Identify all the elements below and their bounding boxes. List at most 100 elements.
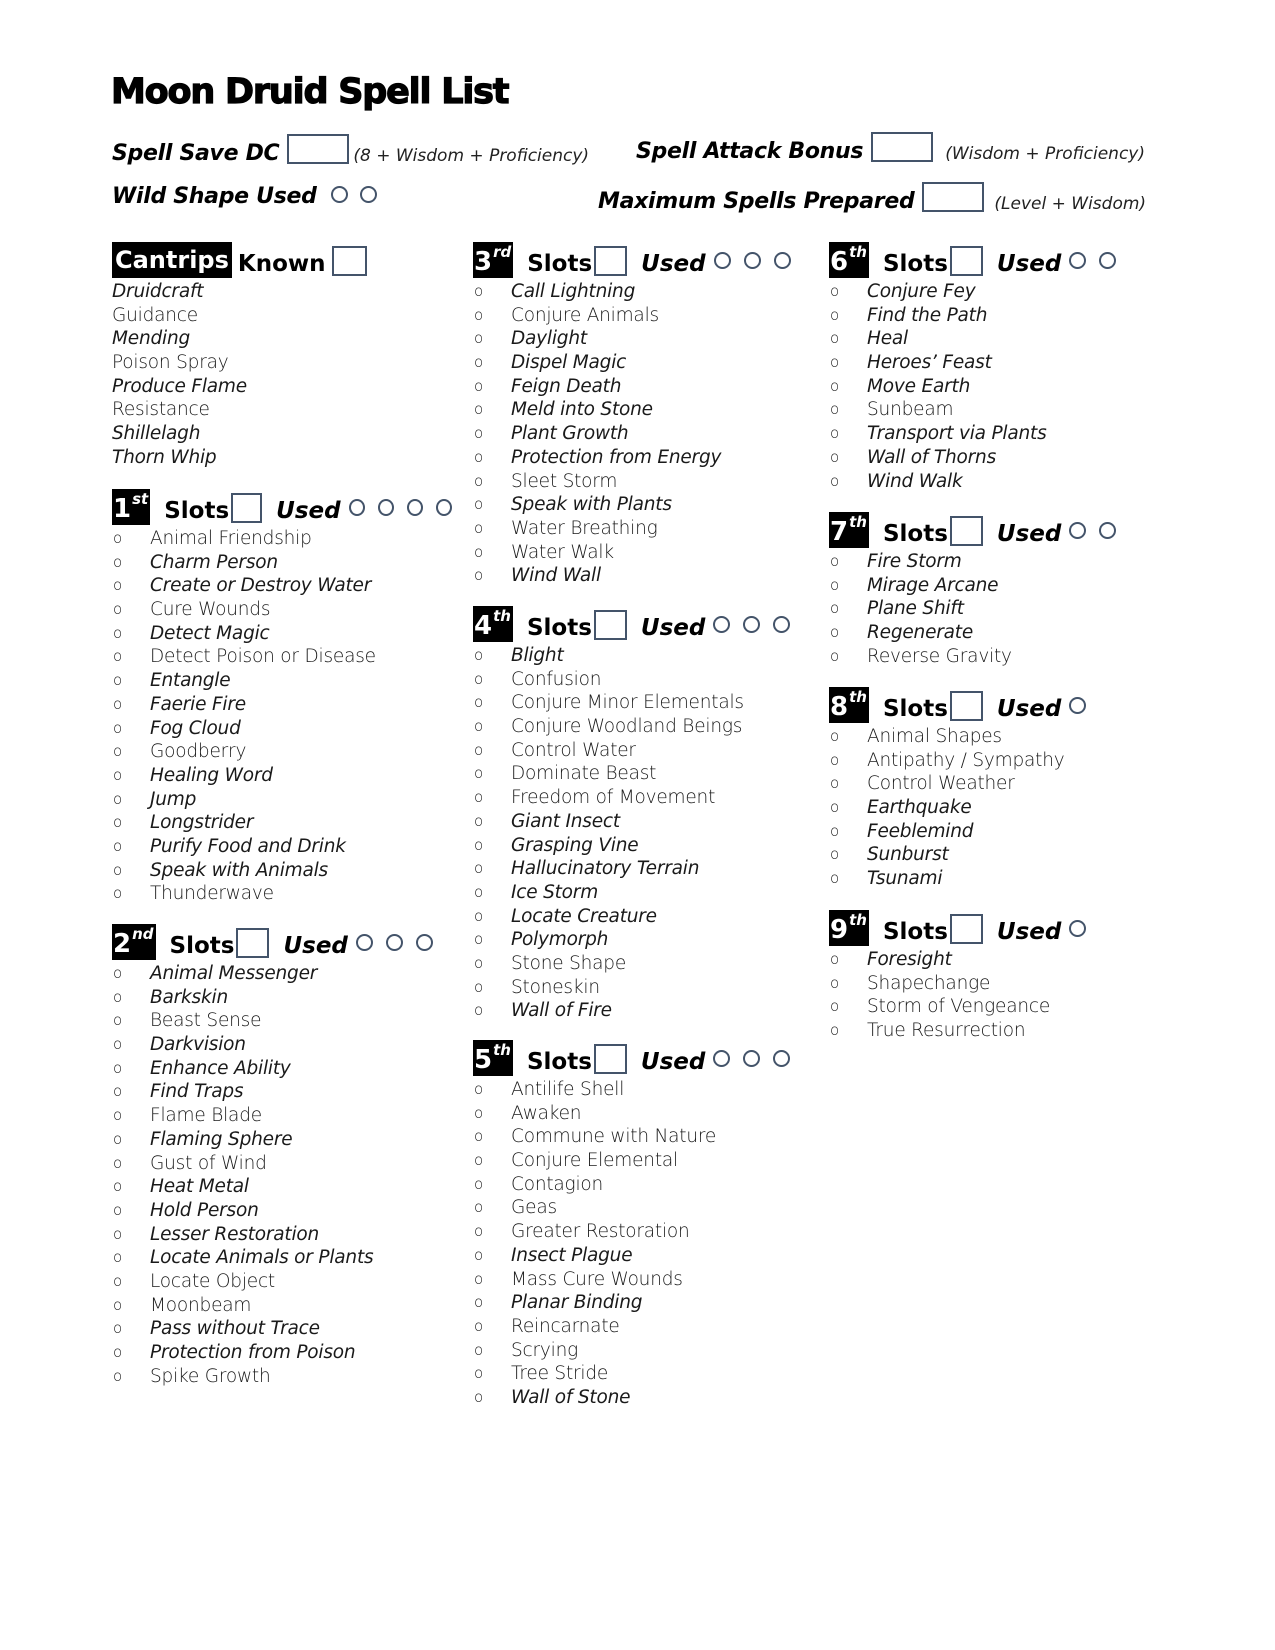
spell-item[interactable]: o Flame Blade [112,1104,452,1128]
spell-item[interactable]: o Conjure Fey [829,280,1169,304]
spell-item[interactable]: o Detect Magic [112,622,452,646]
slots-input[interactable] [236,928,270,958]
spell-item[interactable]: o Detect Poison or Disease [112,645,452,669]
spell-item[interactable]: o Foresight [829,948,1169,972]
spell-item[interactable]: o Spike Growth [112,1365,452,1389]
spell-item[interactable]: o Find Traps [112,1080,452,1104]
spell-item[interactable]: o Storm of Vengeance [829,995,1169,1019]
spell-item[interactable]: o Faerie Fire [112,693,452,717]
spell-item[interactable]: o Fire Storm [829,550,1169,574]
spell-item[interactable]: o True Resurrection [829,1019,1169,1043]
spell-item[interactable]: o Wind Wall [473,564,813,588]
slots-input[interactable] [949,914,983,944]
slot-used-circle[interactable] [1069,697,1087,714]
slots-input[interactable] [593,1044,627,1074]
cantrips-known-input[interactable] [331,246,367,276]
spell-item[interactable]: o Water Walk [473,541,813,565]
spell-item[interactable]: o Heroes’ Feast [829,351,1169,375]
spell-item[interactable]: o Reincarnate [473,1315,813,1339]
slot-used-circle[interactable] [415,934,433,951]
spell-item[interactable]: o Confusion [473,668,813,692]
spell-item[interactable]: o Conjure Minor Elementals [473,691,813,715]
slot-used-circle[interactable] [435,499,453,516]
max-spells-prepared-input[interactable] [922,182,985,212]
spell-item[interactable]: o Fog Cloud [112,717,452,741]
spell-item[interactable]: o Plant Growth [473,422,813,446]
wild-shape-use-circle[interactable] [359,186,377,203]
spell-item[interactable]: o Locate Object [112,1270,452,1294]
slots-input[interactable] [231,493,263,523]
cantrip-item[interactable]: Shillelagh [112,422,452,446]
wild-shape-use-circle[interactable] [330,186,348,203]
spell-item[interactable]: o Charm Person [112,551,452,575]
spell-item[interactable]: o Greater Restoration [473,1220,813,1244]
spell-item[interactable]: o Heal [829,327,1169,351]
cantrip-item[interactable]: Produce Flame [112,375,452,399]
spell-item[interactable]: o Contagion [473,1173,813,1197]
spell-item[interactable]: o Commune with Nature [473,1125,813,1149]
spell-item[interactable]: o Purify Food and Drink [112,835,452,859]
spell-item[interactable]: o Geas [473,1196,813,1220]
spell-item[interactable]: o Flaming Sphere [112,1128,452,1152]
spell-attack-bonus-input[interactable] [871,132,934,162]
spell-item[interactable]: o Planar Binding [473,1291,813,1315]
slots-input[interactable] [593,610,627,640]
spell-item[interactable]: o Sunburst [829,843,1169,867]
spell-item[interactable]: o Moonbeam [112,1294,452,1318]
slot-used-circle[interactable] [348,499,365,516]
cantrip-item[interactable]: Resistance [112,398,452,422]
slot-used-circle[interactable] [773,616,791,633]
spell-item[interactable]: o Create or Destroy Water [112,574,452,598]
spell-item[interactable]: o Sleet Storm [473,470,813,494]
slot-used-circle[interactable] [713,616,731,633]
spell-item[interactable]: o Enhance Ability [112,1057,452,1081]
spell-item[interactable]: o Move Earth [829,375,1169,399]
slots-input[interactable] [949,516,983,546]
slot-used-circle[interactable] [406,499,423,516]
cantrip-item[interactable]: Poison Spray [112,351,452,375]
spell-item[interactable]: o Gust of Wind [112,1152,452,1176]
spell-item[interactable]: o Freedom of Movement [473,786,813,810]
slot-used-circle[interactable] [1099,522,1117,539]
spell-item[interactable]: o Heat Metal [112,1175,452,1199]
spell-item[interactable]: o Feign Death [473,375,813,399]
spell-item[interactable]: o Animal Messenger [112,962,452,986]
spell-item[interactable]: o Water Breathing [473,517,813,541]
spell-save-dc-input[interactable] [287,134,350,164]
spell-item[interactable]: o Healing Word [112,764,452,788]
slot-used-circle[interactable] [385,934,403,951]
spell-item[interactable]: o Locate Animals or Plants [112,1246,452,1270]
spell-item[interactable]: o Mirage Arcane [829,574,1169,598]
spell-item[interactable]: o Pass without Trace [112,1317,452,1341]
spell-item[interactable]: o Call Lightning [473,280,813,304]
spell-item[interactable]: o Cure Wounds [112,598,452,622]
slot-used-circle[interactable] [743,1050,761,1067]
slot-used-circle[interactable] [355,934,373,951]
slot-used-circle[interactable] [743,252,761,269]
slot-used-circle[interactable] [1069,252,1087,269]
spell-item[interactable]: o Animal Friendship [112,527,452,551]
spell-item[interactable]: o Lesser Restoration [112,1223,452,1247]
spell-item[interactable]: o Darkvision [112,1033,452,1057]
spell-item[interactable]: o Shapechange [829,972,1169,996]
spell-item[interactable]: o Conjure Woodland Beings [473,715,813,739]
spell-item[interactable]: o Antilife Shell [473,1078,813,1102]
slot-used-circle[interactable] [377,499,394,516]
spell-item[interactable]: o Reverse Gravity [829,645,1169,669]
spell-item[interactable]: o Awaken [473,1102,813,1126]
slot-used-circle[interactable] [713,1050,731,1067]
spell-item[interactable]: o Longstrider [112,811,452,835]
slot-used-circle[interactable] [713,252,731,269]
spell-item[interactable]: o Thunderwave [112,882,452,906]
spell-item[interactable]: o Protection from Poison [112,1341,452,1365]
spell-item[interactable]: o Entangle [112,669,452,693]
spell-item[interactable]: o Animal Shapes [829,725,1169,749]
spell-item[interactable]: o Hallucinatory Terrain [473,857,813,881]
slot-used-circle[interactable] [773,1050,791,1067]
spell-item[interactable]: o Transport via Plants [829,422,1169,446]
spell-item[interactable]: o Sunbeam [829,398,1169,422]
spell-item[interactable]: o Grasping Vine [473,834,813,858]
spell-item[interactable]: o Dominate Beast [473,762,813,786]
spell-item[interactable]: o Speak with Plants [473,493,813,517]
spell-item[interactable]: o Earthquake [829,796,1169,820]
